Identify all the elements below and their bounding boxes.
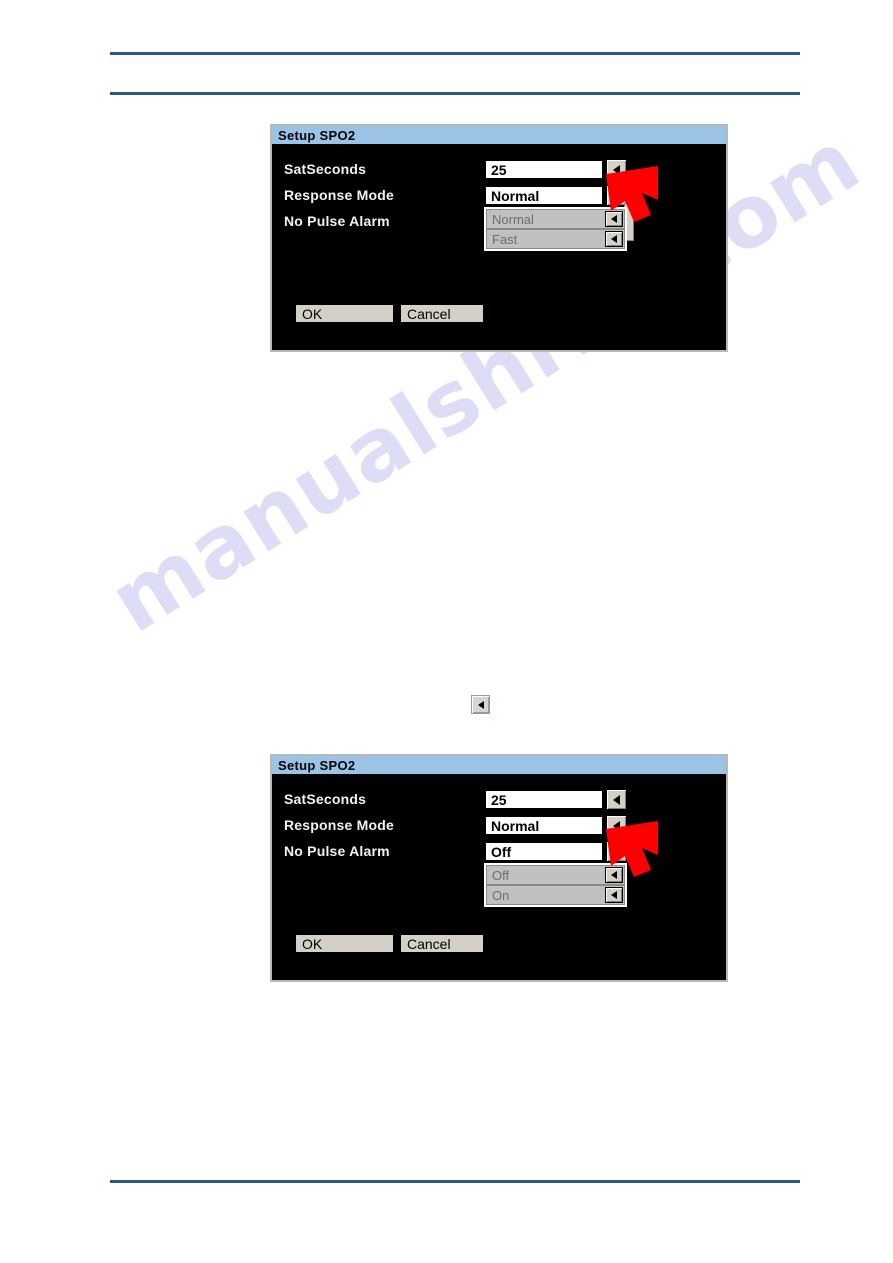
dialog-body: SatSeconds 25 Response Mode Normal No Pu…: [272, 145, 726, 350]
dialog-body: SatSeconds 25 Response Mode Normal No Pu…: [272, 775, 726, 980]
triangle-left-icon: [613, 164, 620, 175]
setting-label: No Pulse Alarm: [284, 213, 390, 229]
response-mode-value: Normal: [491, 187, 540, 204]
dropdown-option-label: Normal: [492, 211, 534, 227]
satseconds-value-field[interactable]: 25: [484, 789, 604, 810]
triangle-left-icon: [613, 820, 620, 831]
triangle-left-icon: [611, 891, 617, 899]
setting-label: No Pulse Alarm: [284, 843, 390, 859]
ok-button-label: OK: [302, 935, 323, 952]
dropdown-option[interactable]: Fast: [486, 229, 625, 249]
cancel-button[interactable]: Cancel: [399, 933, 485, 954]
satseconds-value: 25: [491, 791, 507, 808]
dropdown-option-arrow-icon[interactable]: [605, 887, 623, 903]
dialog-titlebar: Setup SPO2: [272, 126, 726, 145]
cancel-button-label: Cancel: [407, 935, 451, 952]
response-mode-dropdown-arrow-icon[interactable]: [606, 815, 627, 836]
response-mode-dropdown-list: Normal Fast: [484, 207, 627, 251]
no-pulse-alarm-value: Off: [491, 843, 512, 860]
triangle-left-icon: [611, 235, 617, 243]
header-rule-top: [110, 52, 800, 55]
setting-row-response-mode: Response Mode Normal: [272, 185, 726, 208]
dropdown-option-label: On: [492, 887, 510, 903]
triangle-left-icon: [613, 846, 620, 857]
ok-button-label: OK: [302, 305, 323, 322]
footer-rule: [110, 1180, 800, 1183]
response-mode-value-field[interactable]: Normal: [484, 815, 604, 836]
dropdown-option-arrow-icon[interactable]: [605, 867, 623, 883]
dialog-title: Setup SPO2: [278, 757, 356, 773]
triangle-left-icon: [611, 871, 617, 879]
dropdown-option-label: Fast: [492, 231, 518, 247]
ok-button[interactable]: OK: [294, 303, 395, 324]
response-mode-value-field[interactable]: Normal: [484, 185, 604, 206]
cancel-button[interactable]: Cancel: [399, 303, 485, 324]
response-mode-value: Normal: [491, 817, 540, 834]
satseconds-dropdown-arrow-icon[interactable]: [606, 789, 627, 810]
satseconds-dropdown-arrow-icon[interactable]: [606, 159, 627, 180]
setting-row-no-pulse-alarm: No Pulse Alarm Off: [272, 841, 726, 864]
setting-label: SatSeconds: [284, 791, 367, 807]
triangle-left-icon: [611, 215, 617, 223]
setup-spo2-dialog-1: Setup SPO2 SatSeconds 25 Response Mode N…: [270, 124, 728, 352]
triangle-left-icon: [613, 794, 620, 805]
setting-label: SatSeconds: [284, 161, 367, 177]
dropdown-option[interactable]: On: [486, 885, 625, 905]
cancel-button-label: Cancel: [407, 305, 451, 322]
dialog-titlebar: Setup SPO2: [272, 756, 726, 775]
setting-label: Response Mode: [284, 817, 394, 833]
header-rule-bottom: [110, 92, 800, 95]
setting-row-satseconds: SatSeconds 25: [272, 789, 726, 812]
no-pulse-alarm-dropdown-arrow-icon[interactable]: [606, 841, 627, 862]
triangle-left-icon: [477, 700, 484, 709]
dropdown-option[interactable]: Normal: [486, 209, 625, 229]
satseconds-value-field[interactable]: 25: [484, 159, 604, 180]
dropdown-option-arrow-icon[interactable]: [605, 211, 623, 227]
dropdown-option-arrow-icon[interactable]: [605, 231, 623, 247]
no-pulse-alarm-value-field[interactable]: Off: [484, 841, 604, 862]
no-pulse-alarm-dropdown-list: Off On: [484, 863, 627, 907]
triangle-left-icon: [613, 190, 620, 201]
ok-button[interactable]: OK: [294, 933, 395, 954]
dialog-title: Setup SPO2: [278, 127, 356, 143]
dropdown-option[interactable]: Off: [486, 865, 625, 885]
setting-row-satseconds: SatSeconds 25: [272, 159, 726, 182]
setup-spo2-dialog-2: Setup SPO2 SatSeconds 25 Response Mode N…: [270, 754, 728, 982]
setting-row-response-mode: Response Mode Normal: [272, 815, 726, 838]
dropdown-option-label: Off: [492, 867, 510, 883]
satseconds-value: 25: [491, 161, 507, 178]
left-arrow-button-icon[interactable]: [471, 695, 490, 714]
setting-label: Response Mode: [284, 187, 394, 203]
